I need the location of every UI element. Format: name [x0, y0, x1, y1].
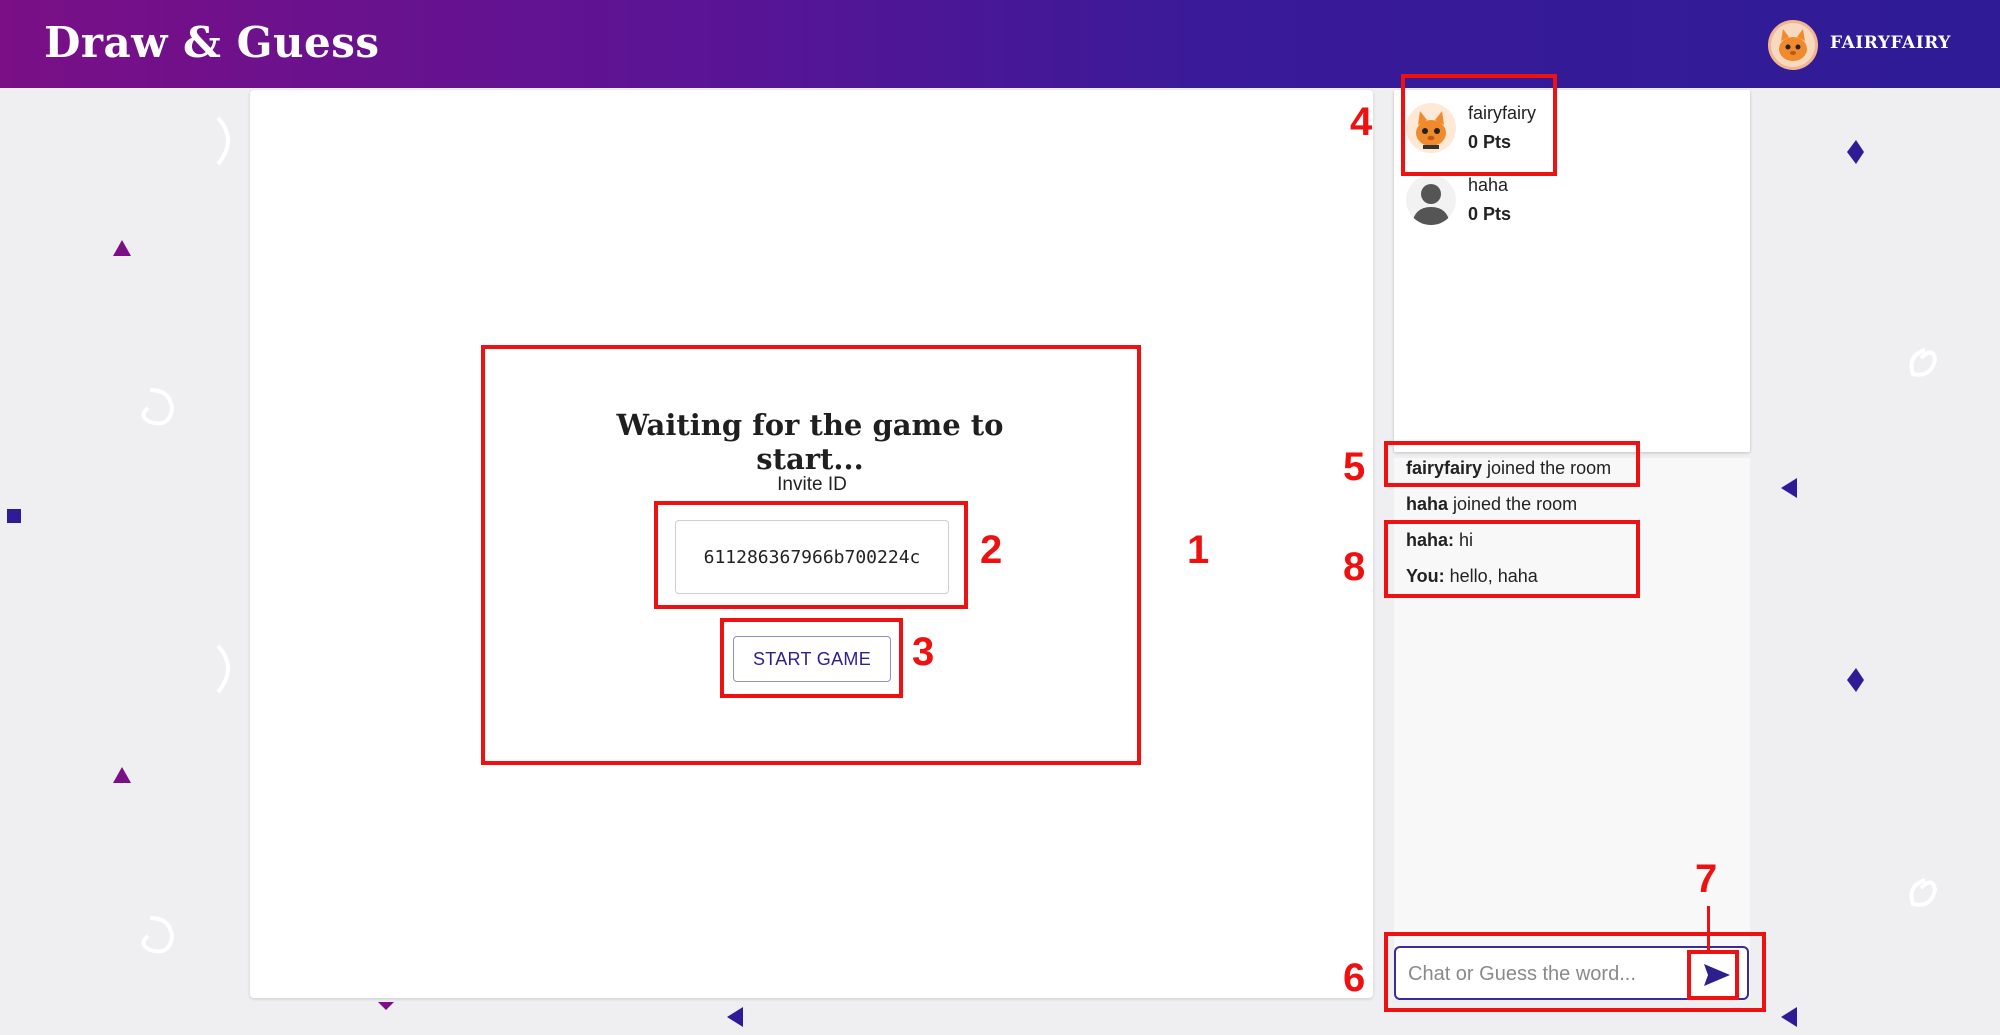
annotation-box-5	[1384, 441, 1640, 487]
annotation-box-4	[1401, 74, 1557, 176]
user-avatar[interactable]	[1768, 20, 1818, 70]
annotation-label-4: 4	[1350, 100, 1373, 144]
default-user-icon	[1406, 175, 1456, 225]
annotation-label-2: 2	[980, 528, 1003, 572]
annotation-label-6: 6	[1343, 956, 1366, 1000]
chat-text: joined the room	[1448, 494, 1578, 514]
annotation-leader-7	[1707, 906, 1710, 950]
annotation-box-8	[1384, 520, 1640, 598]
annotation-label-7: 7	[1695, 857, 1718, 901]
app-logo[interactable]: Draw & Guess	[44, 18, 380, 67]
annotation-label-5: 5	[1343, 445, 1366, 489]
header-username[interactable]: FAIRYFAIRY	[1830, 33, 1951, 53]
chat-sender: haha	[1406, 494, 1449, 514]
player-points: 0 Pts	[1468, 204, 1512, 224]
chat-message: haha joined the room	[1406, 494, 1577, 515]
annotation-box-2	[654, 501, 968, 609]
annotation-box-7	[1687, 950, 1739, 1000]
cat-avatar-icon	[1779, 29, 1807, 61]
annotation-box-3	[720, 618, 903, 698]
annotation-label-1: 1	[1187, 528, 1210, 572]
annotation-label-8: 8	[1343, 545, 1366, 589]
player-name: haha	[1468, 175, 1509, 195]
player-avatar	[1406, 175, 1456, 225]
player-item: haha 0 Pts	[1406, 168, 1511, 232]
annotation-label-3: 3	[912, 630, 935, 674]
